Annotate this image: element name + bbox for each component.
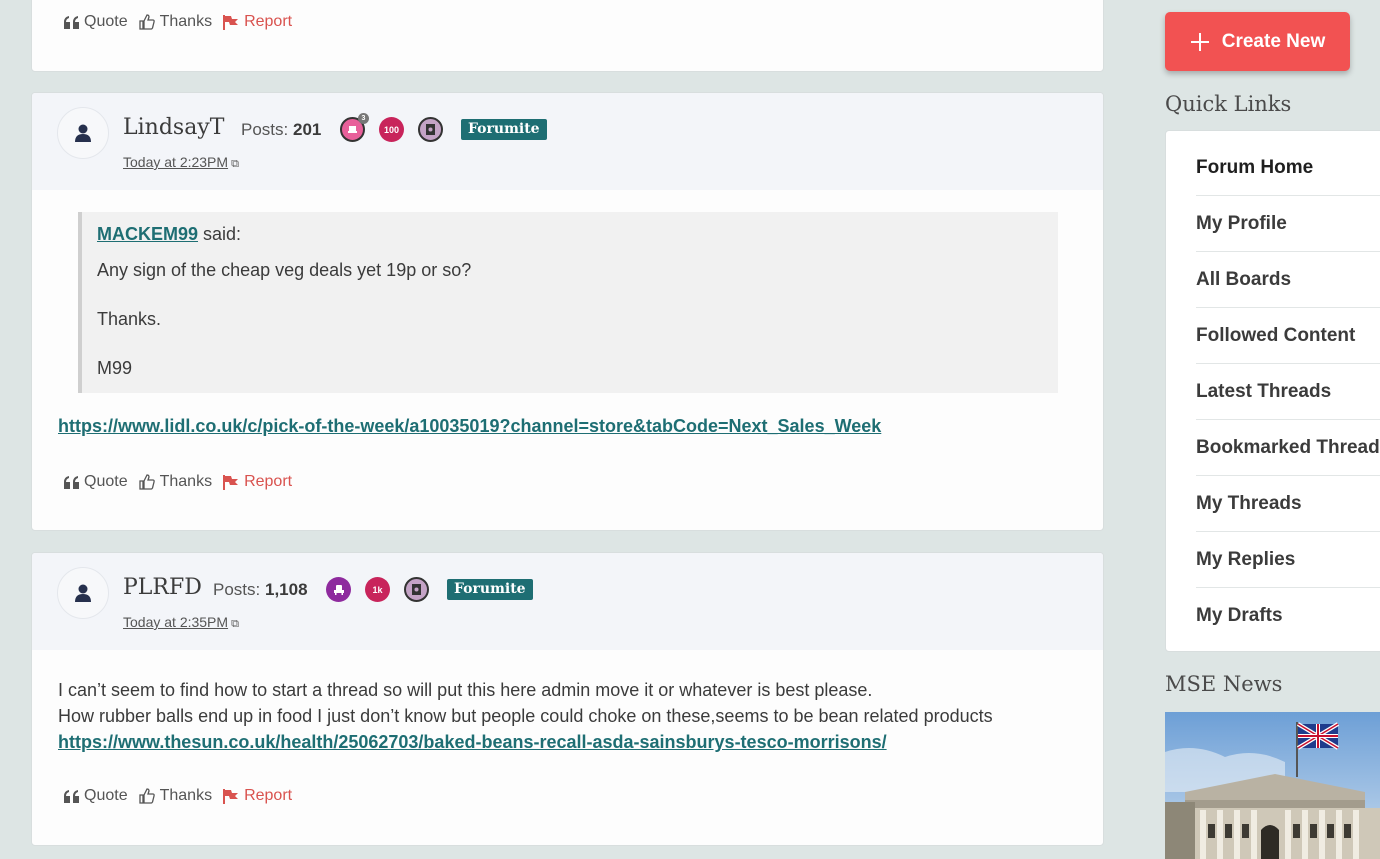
post-count-label: Posts: [213, 580, 261, 599]
create-new-button[interactable]: Create New [1165, 12, 1350, 71]
quote-button[interactable]: Quote [64, 787, 128, 805]
quote-label: Quote [84, 13, 128, 30]
quick-link-all-boards[interactable]: All Boards [1196, 252, 1380, 308]
report-label: Report [244, 787, 293, 804]
post-link[interactable]: https://www.thesun.co.uk/health/25062703… [58, 732, 887, 752]
plus-icon [1190, 32, 1209, 51]
username[interactable]: LindsayT [123, 115, 224, 140]
quick-link-my-replies[interactable]: My Replies [1196, 532, 1380, 588]
report-button[interactable]: Report [223, 473, 292, 491]
quick-link-bookmarked-threads[interactable]: Bookmarked Threads [1196, 420, 1380, 476]
badge-level-counter: 3 [358, 113, 369, 124]
post-link[interactable]: https://www.lidl.co.uk/c/pick-of-the-wee… [58, 416, 881, 437]
quote-icon [64, 475, 79, 489]
thumbs-up-icon [138, 474, 155, 490]
avatar[interactable] [57, 107, 109, 159]
create-new-label: Create New [1221, 30, 1326, 52]
quote-label: Quote [84, 787, 128, 804]
previous-post: Quote Thanks Report [31, 0, 1104, 72]
flag-icon [223, 14, 239, 30]
post-body: I can’t seem to find how to start a thre… [58, 677, 993, 755]
post-header: PLRFD Posts: 1,108 1k Forumite Today at … [32, 553, 1103, 650]
badge-1k-posts[interactable]: 1k [365, 577, 390, 602]
mse-news-title: MSE News [1165, 672, 1283, 696]
report-button[interactable]: Report [223, 13, 292, 31]
post-lindsayt: LindsayT Posts: 201 3 100 Forumite Today… [31, 92, 1104, 531]
user-icon [75, 124, 91, 142]
thanks-label: Thanks [159, 787, 213, 804]
quote-icon [64, 789, 79, 803]
quote-said: said: [198, 224, 242, 244]
report-button[interactable]: Report [223, 787, 292, 805]
badge-100-posts[interactable]: 100 [379, 117, 404, 142]
user-icon [75, 584, 91, 602]
flag-icon [223, 474, 239, 490]
external-link-icon: ⧉ [231, 158, 239, 170]
avatar[interactable] [57, 567, 109, 619]
rank-badge: Forumite [447, 579, 533, 600]
quick-link-my-drafts[interactable]: My Drafts [1196, 588, 1380, 644]
quote-button[interactable]: Quote [64, 473, 128, 491]
thanks-button[interactable]: Thanks [138, 787, 213, 805]
rank-badge: Forumite [461, 119, 547, 140]
quote-label: Quote [84, 473, 128, 490]
thanks-label: Thanks [159, 13, 213, 30]
username[interactable]: PLRFD [123, 575, 202, 600]
body-line: How rubber balls end up in food I just d… [58, 706, 993, 726]
quick-link-my-threads[interactable]: My Threads [1196, 476, 1380, 532]
post-count: Posts: 201 [241, 120, 321, 140]
quick-links-title: Quick Links [1165, 92, 1292, 116]
quick-link-forum-home[interactable]: Forum Home [1196, 140, 1380, 196]
post-count: Posts: 1,108 [213, 580, 308, 600]
quick-link-followed-content[interactable]: Followed Content [1196, 308, 1380, 364]
timestamp-text: Today at 2:35PM [123, 614, 229, 630]
post-timestamp[interactable]: Today at 2:35PM ⧉ [123, 614, 239, 631]
body-line: I can’t seem to find how to start a thre… [58, 680, 873, 700]
external-link-icon: ⧉ [231, 618, 239, 630]
news-image[interactable] [1165, 712, 1380, 859]
flag-icon [223, 788, 239, 804]
quote-line: Thanks. [97, 309, 162, 329]
quote-author-link[interactable]: MACKEM99 [97, 224, 198, 244]
quick-link-my-profile[interactable]: My Profile [1196, 196, 1380, 252]
thanks-button[interactable]: Thanks [138, 473, 213, 491]
post-actions: Quote Thanks Report [64, 787, 292, 805]
quote-line: Any sign of the cheap veg deals yet 19p … [97, 260, 472, 280]
quick-links-panel: Forum Home My Profile All Boards Followe… [1165, 130, 1380, 652]
badge-book-icon[interactable] [418, 117, 443, 142]
thumbs-up-icon [138, 788, 155, 804]
badge-book-icon[interactable] [404, 577, 429, 602]
post-count-value: 201 [292, 120, 322, 139]
report-label: Report [244, 473, 293, 490]
post-plrfd: PLRFD Posts: 1,108 1k Forumite Today at … [31, 552, 1104, 846]
post-timestamp[interactable]: Today at 2:23PM ⧉ [123, 154, 239, 171]
quote-block: MACKEM99 said: Any sign of the cheap veg… [78, 212, 1058, 393]
quote-button[interactable]: Quote [64, 13, 128, 31]
post-count-label: Posts: [241, 120, 289, 139]
quote-line: M99 [97, 358, 133, 378]
thanks-label: Thanks [159, 473, 213, 490]
quick-link-latest-threads[interactable]: Latest Threads [1196, 364, 1380, 420]
post-count-value: 1,108 [264, 580, 308, 599]
post-actions: Quote Thanks Report [64, 13, 292, 31]
post-header: LindsayT Posts: 201 3 100 Forumite Today… [32, 93, 1103, 190]
report-label: Report [244, 13, 293, 30]
badge-armchair-icon[interactable] [326, 577, 351, 602]
thanks-button[interactable]: Thanks [138, 13, 213, 31]
quote-icon [64, 15, 79, 29]
post-actions: Quote Thanks Report [64, 473, 292, 491]
thumbs-up-icon [138, 14, 155, 30]
timestamp-text: Today at 2:23PM [123, 154, 229, 170]
